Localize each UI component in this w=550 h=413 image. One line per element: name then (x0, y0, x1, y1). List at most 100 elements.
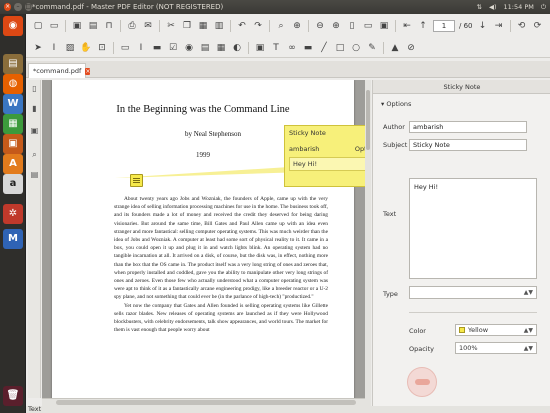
combo-box-icon[interactable]: ▤ (199, 42, 211, 54)
settings-icon[interactable]: ✲ (3, 204, 23, 224)
email-icon[interactable]: ✉ (142, 20, 154, 32)
writer-icon[interactable]: W (3, 94, 23, 114)
spin-arrows-icon[interactable]: ▲▼ (524, 344, 533, 354)
watermark-logo (407, 367, 437, 397)
rectangle-icon[interactable]: □ (334, 42, 346, 54)
trash-icon[interactable]: 🗑 (3, 386, 23, 406)
sticky-popup-text[interactable]: Hey Hi! (289, 157, 365, 171)
master-pdf-icon[interactable]: M (3, 229, 23, 249)
layers-icon[interactable]: ▣ (30, 126, 39, 137)
ellipse-icon[interactable]: ○ (350, 42, 362, 54)
paste-icon[interactable]: ▦ (197, 20, 209, 32)
close-icon[interactable]: × (4, 3, 12, 11)
type-label: Type (383, 290, 398, 298)
attachments-icon[interactable]: ▤ (30, 170, 39, 181)
pointer-icon[interactable]: ➤ (32, 42, 44, 54)
amazon-icon[interactable]: a (3, 174, 23, 194)
redo-icon[interactable]: ↷ (252, 20, 264, 32)
button-field-icon[interactable]: ▬ (151, 42, 163, 54)
rotate-right-icon[interactable]: ⟳ (532, 20, 544, 32)
edit-icon[interactable]: ▨ (64, 42, 76, 54)
text-field-icon[interactable]: ▭ (119, 42, 131, 54)
find-icon[interactable]: ⊕ (291, 20, 303, 32)
zoom-out-icon[interactable]: ⊖ (314, 20, 326, 32)
subject-field[interactable]: Sticky Note (409, 139, 527, 151)
rotate-left-icon[interactable]: ⟲ (516, 20, 528, 32)
power-icon[interactable]: ⏻ (541, 3, 546, 12)
attach-file-icon[interactable]: ⊘ (405, 42, 417, 54)
sticky-note-popup[interactable]: Sticky Note × ambarish Options Hey Hi! (284, 125, 365, 187)
actual-size-icon[interactable]: ▣ (378, 20, 390, 32)
text-box-icon[interactable]: Ⅰ (135, 42, 147, 54)
sticky-popup-author: ambarish (289, 145, 320, 153)
close-tab-icon[interactable]: × (85, 67, 91, 75)
sticky-note-icon[interactable]: ▣ (254, 42, 266, 54)
zoom-in-icon[interactable]: ⊕ (330, 20, 342, 32)
add-text-icon[interactable]: T (270, 42, 282, 54)
link-icon[interactable]: ∞ (286, 42, 298, 54)
highlight-icon[interactable]: ▬ (302, 42, 314, 54)
line-icon[interactable]: ╱ (318, 42, 330, 54)
scroll-thumb[interactable] (366, 90, 370, 150)
scroll-thumb[interactable] (56, 400, 356, 405)
calc-icon[interactable]: ▦ (3, 114, 23, 134)
sticky-note-marker-icon[interactable] (130, 174, 143, 187)
tab-command-pdf[interactable]: *command.pdf × (28, 63, 91, 78)
impress-icon[interactable]: ▣ (3, 134, 23, 154)
text-area[interactable]: Hey Hi! (409, 178, 537, 279)
save-icon[interactable]: ▣ (71, 20, 83, 32)
save-as-icon[interactable]: ▤ (87, 20, 99, 32)
software-center-icon[interactable]: A (3, 154, 23, 174)
radio-icon[interactable]: ◉ (183, 42, 195, 54)
hand-icon[interactable]: ✋ (80, 42, 92, 54)
page-number-input[interactable]: 1 (433, 20, 455, 32)
snapshot-icon[interactable]: ⊡ (96, 42, 108, 54)
app-window: ▢ ▭ ▣ ▤ ⊓ ⎙ ✉ ✂ ❐ ▦ ▥ ↶ ↷ ⌕ ⊕ ⊖ ⊕ ▯ ▭ ▣ … (26, 14, 550, 413)
fit-width-icon[interactable]: ▭ (362, 20, 374, 32)
sticky-popup-options[interactable]: Options (355, 145, 365, 153)
firefox-icon[interactable]: ◍ (3, 74, 23, 94)
bookmarks-icon[interactable]: ▮ (30, 104, 39, 115)
pdf-page[interactable]: In the Beginning was the Command Line by… (52, 80, 365, 398)
status-text: Text (28, 405, 42, 413)
chevron-down-icon: ▲▼ (523, 289, 533, 296)
cut-icon[interactable]: ✂ (165, 20, 177, 32)
document-view[interactable]: In the Beginning was the Command Line by… (42, 80, 365, 398)
clock[interactable]: 11:54 PM (504, 3, 534, 11)
network-icon[interactable]: ⇅ (477, 3, 482, 11)
pages-icon[interactable]: ▯ (30, 84, 39, 95)
undo-icon[interactable]: ↶ (236, 20, 248, 32)
pencil-icon[interactable]: ✎ (366, 42, 378, 54)
files-icon[interactable]: ▤ (3, 54, 23, 74)
next-page-icon[interactable]: ↓ (477, 20, 489, 32)
copy-icon[interactable]: ❐ (181, 20, 193, 32)
list-box-icon[interactable]: ▦ (215, 42, 227, 54)
search-panel-icon[interactable]: ⌕ (30, 150, 39, 161)
new-document-icon[interactable]: ▢ (32, 20, 44, 32)
print-icon[interactable]: ⎙ (126, 20, 138, 32)
stamp-icon[interactable]: ▲ (389, 42, 401, 54)
color-select[interactable]: Yellow ▲▼ (455, 324, 537, 336)
author-field[interactable]: ambarish (409, 121, 527, 133)
checkbox-icon[interactable]: ☑ (167, 42, 179, 54)
prev-page-icon[interactable]: ↑ (417, 20, 429, 32)
delete-icon[interactable]: ▥ (213, 20, 225, 32)
first-page-icon[interactable]: ⇤ (401, 20, 413, 32)
signature-icon[interactable]: ◐ (231, 42, 243, 54)
volume-icon[interactable]: ◀) (489, 3, 497, 11)
attach-icon[interactable]: ⊓ (103, 20, 115, 32)
type-select[interactable]: ▲▼ (409, 286, 537, 299)
search-icon[interactable]: ⌕ (275, 20, 287, 32)
tab-bar: *command.pdf × (26, 61, 550, 78)
options-section-toggle[interactable]: ▾ Options (381, 100, 411, 108)
vertical-scrollbar[interactable] (365, 80, 371, 406)
open-folder-icon[interactable]: ▭ (48, 20, 60, 32)
opacity-spinbox[interactable]: 100% ▲▼ (455, 342, 537, 354)
maximize-icon[interactable]: □ (24, 3, 32, 11)
select-text-icon[interactable]: I (48, 42, 60, 54)
last-page-icon[interactable]: ⇥ (493, 20, 505, 32)
ubuntu-icon[interactable]: ◉ (3, 16, 23, 36)
horizontal-scrollbar[interactable] (42, 398, 365, 406)
minimize-icon[interactable]: – (14, 3, 22, 11)
fit-page-icon[interactable]: ▯ (346, 20, 358, 32)
